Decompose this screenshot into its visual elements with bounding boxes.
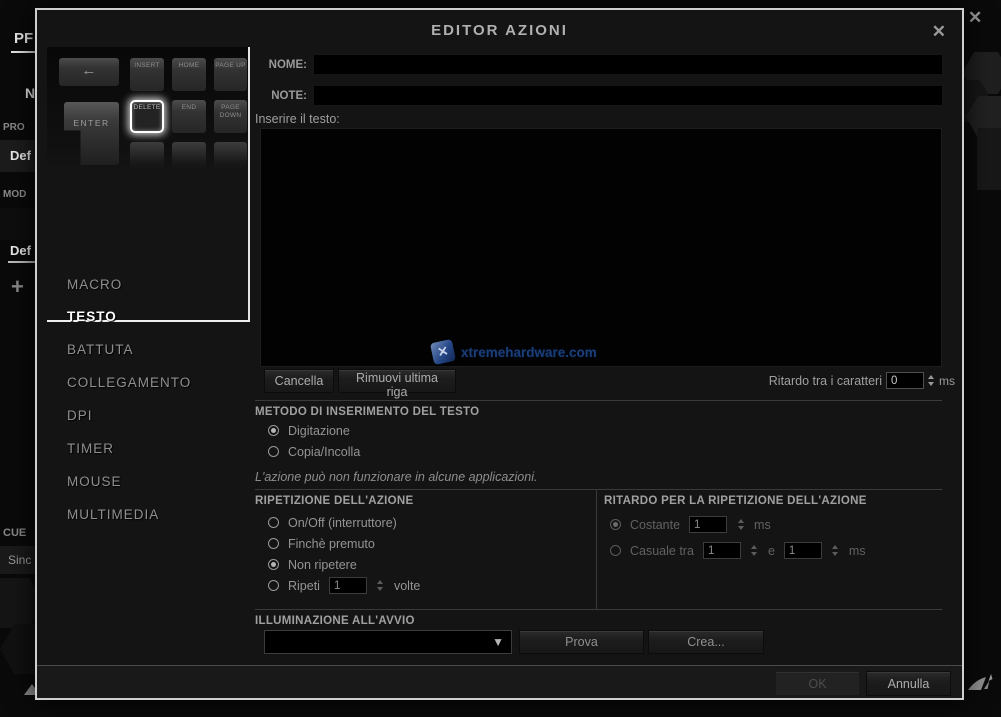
radio-icon	[268, 538, 279, 549]
repeat-count-suffix: volte	[394, 579, 420, 593]
radio-casuale[interactable]: Casuale tra 1 e 1 ms	[610, 542, 866, 559]
lighting-dropdown-value	[265, 636, 271, 650]
sidebar-item-collegamento[interactable]: COLLEGAMENTO	[67, 375, 191, 393]
constant-delay-unit: ms	[754, 518, 771, 532]
radio-disabled-icon	[610, 545, 621, 556]
notes-input[interactable]	[314, 86, 942, 105]
random-from-spinner-buttons[interactable]	[750, 542, 759, 559]
bg-panel-fragment	[977, 128, 1001, 190]
key-pagedown: PAGE DOWN	[214, 100, 247, 133]
watermark: ✕ xtremehardware.com	[432, 341, 597, 363]
bg-mode-underline	[8, 261, 35, 263]
key-enter: ENTER	[64, 102, 119, 165]
cancel-button[interactable]: Annulla	[866, 671, 951, 696]
radio-costante[interactable]: Costante 1 ms	[610, 516, 771, 533]
ok-button[interactable]: OK	[775, 671, 860, 696]
bg-plus-icon[interactable]: +	[11, 274, 24, 300]
method-section-title: METODO DI INSERIMENTO DEL TESTO	[255, 406, 479, 418]
app-close-icon[interactable]: ✕	[968, 8, 982, 28]
create-button[interactable]: Crea...	[648, 630, 764, 654]
test-button[interactable]: Prova	[519, 630, 644, 654]
sidebar-item-battuta[interactable]: BATTUTA	[67, 342, 134, 360]
radio-digitazione[interactable]: Digitazione	[268, 422, 350, 439]
radio-icon	[268, 517, 279, 528]
sidebar-item-testo[interactable]: TESTO	[67, 309, 117, 327]
watermark-text: xtremehardware.com	[461, 345, 597, 360]
text-entry-area[interactable]	[260, 128, 942, 367]
bg-mode-label-partial: MOD	[3, 189, 26, 200]
section-divider	[255, 400, 942, 401]
notes-label: NOTE:	[217, 90, 307, 102]
name-input[interactable]	[314, 55, 942, 74]
repeat-section-title: RIPETIZIONE DELL'AZIONE	[255, 495, 414, 507]
repeat-delay-section-title: RITARDO PER LA RIPETIZIONE DELL'AZIONE	[604, 495, 867, 507]
radio-ripeti[interactable]: Ripeti 1 volte	[268, 577, 420, 594]
bg-new-partial: N	[25, 85, 35, 101]
random-delay-to-input[interactable]: 1	[784, 542, 822, 559]
radio-selected-disabled-icon	[610, 519, 621, 530]
sidebar-item-timer[interactable]: TIMER	[67, 441, 114, 459]
key-delete-highlighted: DELETE	[130, 100, 164, 133]
bg-profile-label-partial: PRO	[3, 122, 25, 133]
constant-delay-input[interactable]: 1	[689, 516, 727, 533]
app-window: PF N PRO Def MOD Def + CUE Sinc ✕ EDITOR…	[0, 0, 1001, 717]
clear-button[interactable]: Cancella	[264, 369, 334, 393]
bg-tab-underline	[11, 51, 35, 53]
name-label: NOME:	[217, 59, 307, 71]
key-backspace: ←	[59, 58, 119, 86]
radio-selected-icon	[268, 559, 279, 570]
dialog-title: EDITOR AZIONI	[37, 22, 962, 39]
radio-non-ripetere[interactable]: Non ripetere	[268, 556, 357, 573]
bg-tab-profili-partial[interactable]: PF	[14, 30, 33, 47]
key-partial	[172, 142, 206, 170]
corsair-logo-icon	[964, 668, 996, 700]
char-delay-unit: ms	[939, 374, 955, 388]
column-divider	[596, 490, 597, 609]
key-insert: INSERT	[130, 58, 164, 91]
insert-text-label: Inserire il testo:	[255, 112, 340, 126]
section-divider	[255, 609, 942, 610]
sidebar-item-macro[interactable]: MACRO	[67, 277, 122, 295]
random-delay-from-input[interactable]: 1	[703, 542, 741, 559]
radio-selected-icon	[268, 425, 279, 436]
lighting-section-title: ILLUMINAZIONE ALL'AVVIO	[255, 615, 415, 627]
dropdown-arrow-icon: ▼	[492, 635, 504, 649]
random-delay-unit: ms	[849, 544, 866, 558]
lighting-dropdown[interactable]: ▼	[264, 630, 512, 654]
sidebar-divider	[248, 47, 250, 322]
bg-mode-box-partial	[0, 208, 35, 240]
constant-delay-spinner-buttons[interactable]	[736, 516, 745, 533]
char-delay-spinner-buttons[interactable]	[926, 372, 935, 389]
sidebar-item-mouse[interactable]: MOUSE	[67, 474, 122, 492]
method-warning-note: L'azione può non funzionare in alcune ap…	[255, 470, 537, 484]
random-delay-join: e	[768, 544, 775, 558]
radio-onoff[interactable]: On/Off (interruttore)	[268, 514, 397, 531]
bg-profile-value-partial: Def	[10, 148, 31, 163]
watermark-x-icon: ✕	[430, 339, 456, 365]
remove-last-line-button[interactable]: Rimuovi ultima riga	[338, 369, 456, 393]
radio-icon	[268, 446, 279, 457]
char-delay-input[interactable]: 0	[886, 372, 924, 389]
radio-icon	[268, 580, 279, 591]
char-delay-label: Ritardo tra i caratteri	[757, 374, 882, 388]
repeat-count-spinner-buttons[interactable]	[376, 577, 385, 594]
key-partial	[130, 142, 164, 170]
sidebar-item-multimedia[interactable]: MULTIMEDIA	[67, 507, 159, 525]
bg-cue-label-partial: CUE	[3, 527, 26, 539]
repeat-count-input[interactable]: 1	[329, 577, 367, 594]
section-divider	[255, 489, 942, 490]
sidebar-item-dpi[interactable]: DPI	[67, 408, 93, 426]
key-partial	[214, 142, 247, 170]
radio-copia-incolla[interactable]: Copia/Incolla	[268, 443, 360, 460]
random-to-spinner-buttons[interactable]	[831, 542, 840, 559]
dialog-close-icon[interactable]: ✕	[932, 22, 946, 42]
bg-mode-value-partial: Def	[10, 243, 31, 258]
key-home: HOME	[172, 58, 206, 91]
editor-azioni-dialog: EDITOR AZIONI ✕ ← INSERT HOME PAGE UP EN…	[35, 8, 964, 700]
radio-finche-premuto[interactable]: Finchè premuto	[268, 535, 375, 552]
bg-sync-value-partial: Sinc	[8, 553, 31, 567]
key-end: END	[172, 100, 206, 133]
